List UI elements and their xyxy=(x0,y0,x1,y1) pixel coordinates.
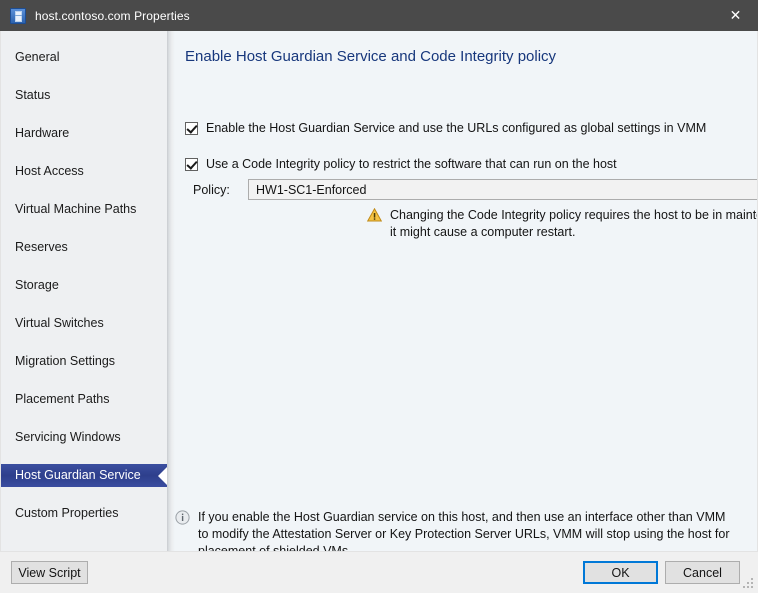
settings-nav-sidebar: General Status Hardware Host Access Virt… xyxy=(1,31,167,551)
sidebar-item-servicing-windows[interactable]: Servicing Windows xyxy=(1,426,167,449)
page-title: Enable Host Guardian Service and Code In… xyxy=(185,48,557,65)
resize-grip[interactable] xyxy=(743,578,755,590)
sidebar-item-host-guardian-service[interactable]: Host Guardian Service xyxy=(1,464,167,487)
sidebar-item-reserves[interactable]: Reserves xyxy=(1,236,167,259)
ok-button[interactable]: OK xyxy=(583,561,658,584)
code-integrity-warning: Changing the Code Integrity policy requi… xyxy=(366,207,757,241)
properties-dialog-window: host.contoso.com Properties ✕ General St… xyxy=(0,0,758,593)
view-script-button[interactable]: View Script xyxy=(11,561,88,584)
sidebar-item-storage[interactable]: Storage xyxy=(1,274,167,297)
sidebar-item-custom-properties[interactable]: Custom Properties xyxy=(1,502,167,525)
info-text: If you enable the Host Guardian service … xyxy=(198,510,730,551)
sidebar-item-virtual-switches[interactable]: Virtual Switches xyxy=(1,312,167,335)
enable-hgs-checkbox[interactable] xyxy=(185,122,198,135)
dialog-body: General Status Hardware Host Access Virt… xyxy=(0,31,758,551)
policy-selected-value: HW1-SC1-Enforced xyxy=(256,182,367,197)
enable-hgs-checkbox-row[interactable]: Enable the Host Guardian Service and use… xyxy=(185,121,706,135)
sidebar-item-virtual-machine-paths[interactable]: Virtual Machine Paths xyxy=(1,198,167,221)
warning-text: Changing the Code Integrity policy requi… xyxy=(390,208,757,239)
enable-hgs-label: Enable the Host Guardian Service and use… xyxy=(206,121,707,135)
sidebar-item-migration-settings[interactable]: Migration Settings xyxy=(1,350,167,373)
sidebar-item-placement-paths[interactable]: Placement Paths xyxy=(1,388,167,411)
dialog-footer: View Script OK Cancel xyxy=(0,551,758,593)
cancel-button[interactable]: Cancel xyxy=(665,561,740,584)
warning-triangle-icon xyxy=(366,207,383,222)
information-icon xyxy=(175,510,190,525)
window-title: host.contoso.com Properties xyxy=(35,8,190,23)
policy-row: Policy: HW1-SC1-Enforced xyxy=(193,179,757,200)
title-bar: host.contoso.com Properties ✕ xyxy=(0,0,758,31)
code-integrity-checkbox-row[interactable]: Use a Code Integrity policy to restrict … xyxy=(185,157,617,171)
policy-select[interactable]: HW1-SC1-Enforced xyxy=(248,179,757,200)
code-integrity-label: Use a Code Integrity policy to restrict … xyxy=(206,157,617,171)
host-guardian-service-pane: Enable Host Guardian Service and Code In… xyxy=(167,31,757,551)
close-icon[interactable]: ✕ xyxy=(713,0,758,31)
sidebar-item-hardware[interactable]: Hardware xyxy=(1,122,167,145)
server-properties-icon xyxy=(10,7,26,24)
policy-label: Policy: xyxy=(193,182,230,197)
sidebar-item-status[interactable]: Status xyxy=(1,84,167,107)
sidebar-item-host-access[interactable]: Host Access xyxy=(1,160,167,183)
sidebar-item-general[interactable]: General xyxy=(1,46,167,69)
hgs-info-note: If you enable the Host Guardian service … xyxy=(175,509,735,551)
code-integrity-checkbox[interactable] xyxy=(185,158,198,171)
